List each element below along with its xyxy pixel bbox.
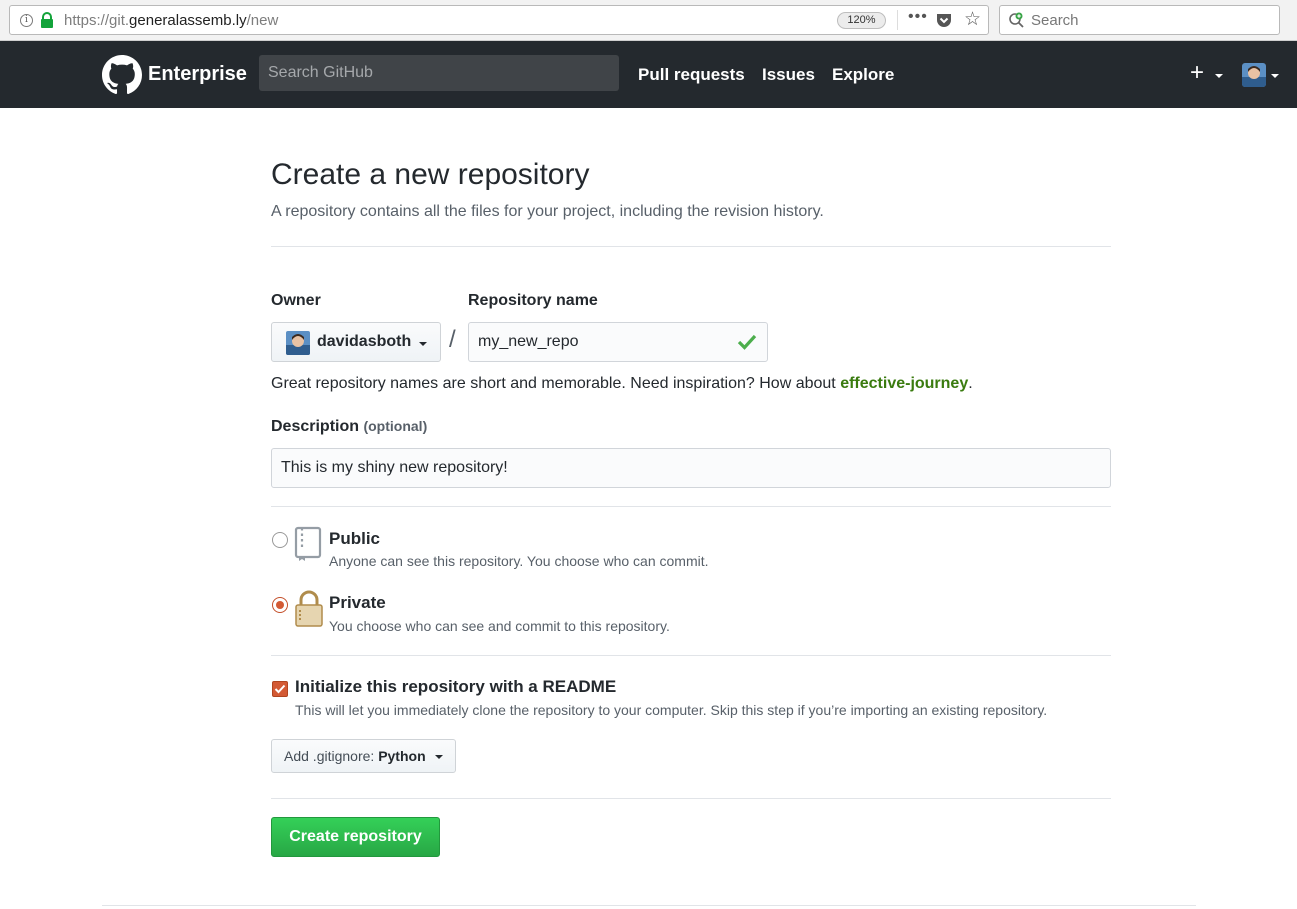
browser-toolbar: i https://git.generalassemb.ly/new 120% … bbox=[0, 0, 1297, 41]
owner-caret-icon bbox=[419, 342, 427, 346]
checkmark-icon bbox=[274, 684, 286, 694]
nav-pull-requests[interactable]: Pull requests bbox=[638, 65, 745, 85]
section-divider bbox=[271, 246, 1111, 247]
nav-explore[interactable]: Explore bbox=[832, 65, 894, 85]
owner-avatar bbox=[286, 331, 310, 355]
section-divider bbox=[271, 798, 1111, 799]
optional-hint: (optional) bbox=[363, 418, 428, 434]
gitignore-label: Add .gitignore: Python bbox=[284, 748, 426, 764]
site-search-input[interactable] bbox=[259, 55, 619, 91]
create-new-caret-icon[interactable] bbox=[1215, 74, 1223, 78]
info-icon[interactable]: i bbox=[20, 14, 33, 27]
repository-name-helper: Great repository names are short and mem… bbox=[271, 375, 973, 392]
page-title: Create a new repository bbox=[271, 158, 590, 191]
create-repository-button[interactable]: Create repository bbox=[271, 817, 440, 857]
urlbar-separator bbox=[897, 10, 898, 30]
address-bar[interactable]: i https://git.generalassemb.ly/new 120% … bbox=[9, 5, 989, 35]
lock-icon bbox=[41, 12, 53, 28]
section-divider bbox=[271, 506, 1111, 507]
url-text[interactable]: https://git.generalassemb.ly/new bbox=[64, 12, 278, 29]
footer-divider bbox=[102, 905, 1196, 906]
owner-avatar-image-icon bbox=[286, 331, 310, 355]
repository-name-label: Repository name bbox=[468, 292, 598, 309]
page-subtitle: A repository contains all the files for … bbox=[271, 203, 824, 220]
owner-label: Owner bbox=[271, 292, 321, 309]
initialize-readme-checkbox[interactable] bbox=[272, 681, 288, 697]
private-lock-icon bbox=[295, 590, 323, 627]
owner-repo-separator: / bbox=[449, 326, 456, 353]
create-new-plus-icon[interactable]: + bbox=[1190, 59, 1204, 87]
enterprise-brand-label[interactable]: Enterprise bbox=[148, 63, 247, 86]
visibility-private-radio[interactable] bbox=[272, 597, 288, 613]
description-label: Description (optional) bbox=[271, 418, 428, 435]
zoom-level-badge[interactable]: 120% bbox=[837, 12, 886, 29]
page-actions-more-icon[interactable]: ••• bbox=[908, 8, 928, 26]
description-input[interactable] bbox=[271, 448, 1111, 488]
valid-check-icon bbox=[737, 334, 757, 350]
browser-search-placeholder: Search bbox=[1031, 12, 1079, 29]
user-menu-caret-icon[interactable] bbox=[1271, 74, 1279, 78]
section-divider bbox=[271, 655, 1111, 656]
gitignore-selected-value: Python bbox=[378, 748, 426, 764]
repo-book-icon bbox=[294, 526, 322, 561]
owner-select-button[interactable]: davidasboth bbox=[271, 322, 441, 362]
user-avatar-image-icon bbox=[1242, 63, 1266, 87]
browser-search-bar[interactable]: Search bbox=[999, 5, 1280, 35]
search-engine-icon bbox=[1009, 12, 1024, 28]
public-option-description: Anyone can see this repository. You choo… bbox=[329, 553, 709, 569]
private-option-title[interactable]: Private bbox=[329, 593, 386, 613]
site-header: Enterprise Pull requests Issues Explore … bbox=[0, 41, 1297, 108]
public-option-title[interactable]: Public bbox=[329, 529, 380, 549]
name-suggestion-link[interactable]: effective-journey bbox=[840, 375, 968, 392]
initialize-readme-label[interactable]: Initialize this repository with a README bbox=[295, 677, 616, 697]
gitignore-select-button[interactable]: Add .gitignore: Python bbox=[271, 739, 456, 773]
nav-issues[interactable]: Issues bbox=[762, 65, 815, 85]
user-avatar[interactable] bbox=[1242, 63, 1266, 87]
visibility-public-radio[interactable] bbox=[272, 532, 288, 548]
repository-name-input[interactable] bbox=[468, 322, 768, 362]
private-option-description: You choose who can see and commit to thi… bbox=[329, 618, 670, 634]
pocket-icon[interactable] bbox=[936, 13, 952, 28]
bookmark-star-icon[interactable]: ☆ bbox=[964, 9, 981, 31]
initialize-readme-description: This will let you immediately clone the … bbox=[295, 702, 1048, 718]
owner-name: davidasboth bbox=[317, 333, 412, 350]
github-octocat-logo-icon[interactable] bbox=[102, 55, 142, 95]
gitignore-caret-icon bbox=[435, 755, 443, 759]
